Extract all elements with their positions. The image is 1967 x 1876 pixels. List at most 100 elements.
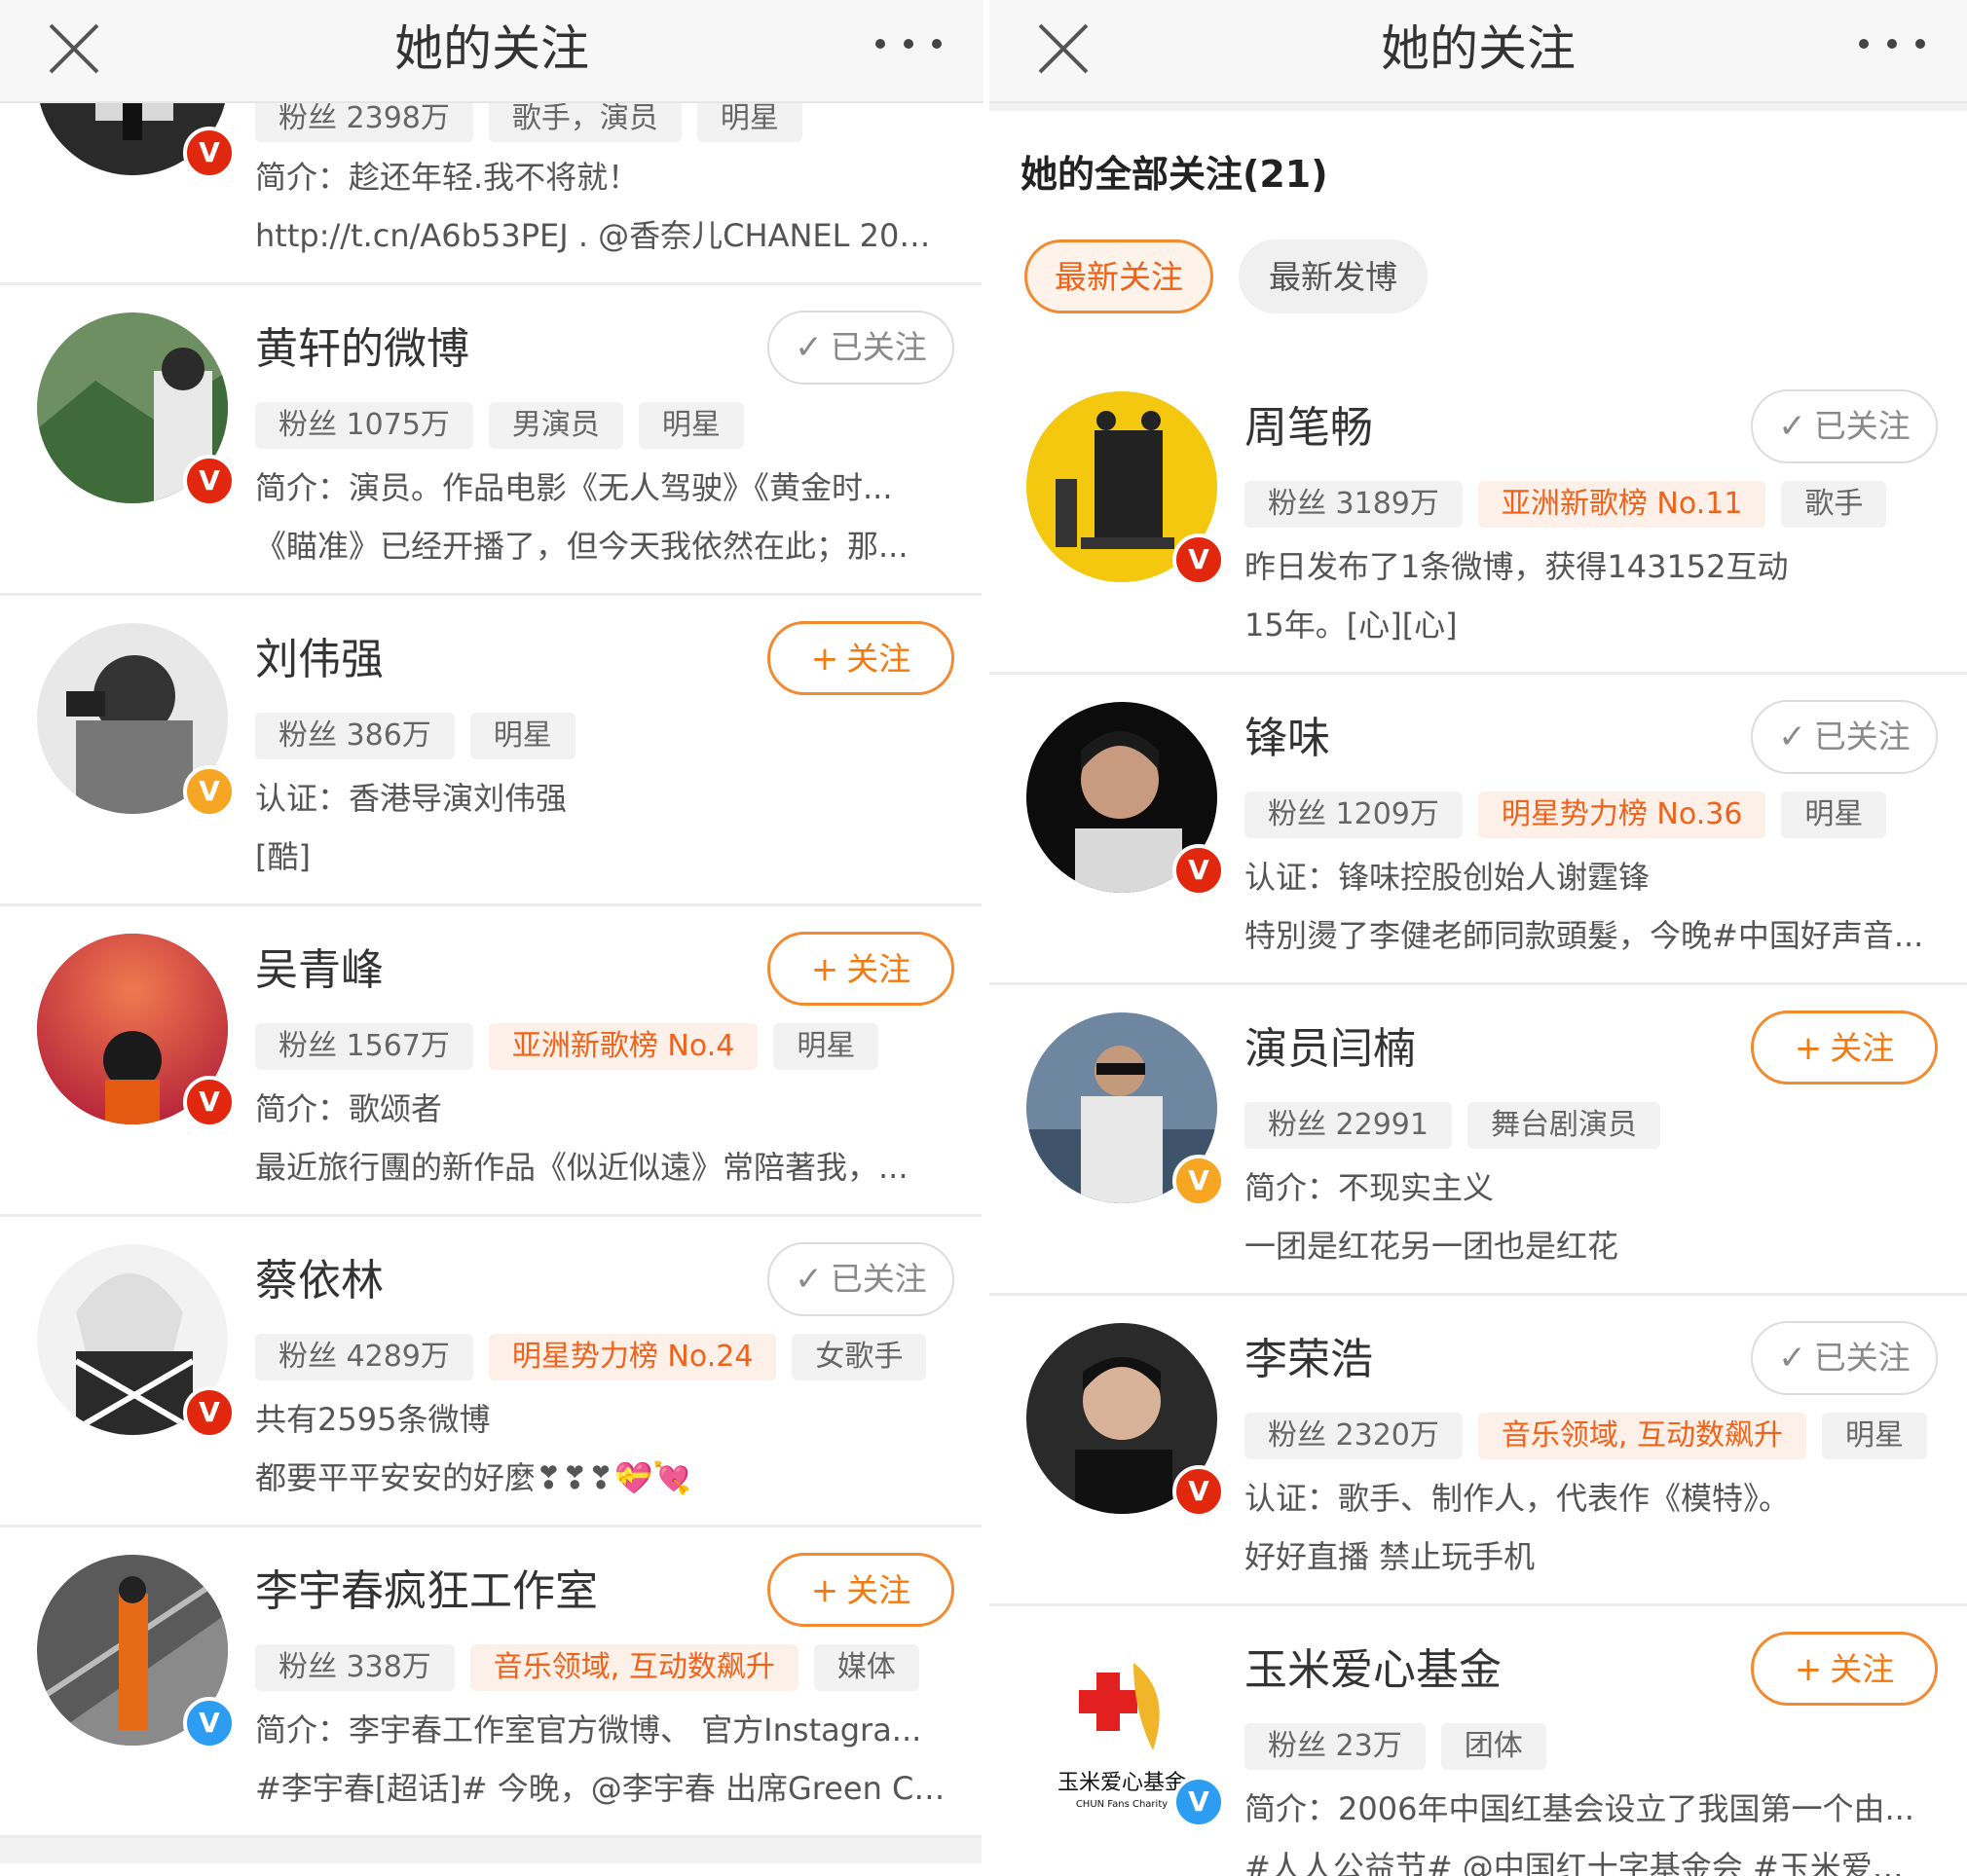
user-name[interactable]: 演员闫楠 — [1244, 1020, 1416, 1079]
list-item[interactable]: V 李荣浩 ✓ 已关注 粉丝 2320万 音乐领域, 互动数飙升 明星 认证：歌手、制作人，代… — [989, 1296, 1967, 1606]
info-tag: 粉丝 2320万 — [1244, 1413, 1463, 1459]
user-name[interactable]: 刘伟强 — [255, 631, 384, 689]
avatar[interactable]: 玉米爱心基金 CHUN Fans Charity V — [1026, 1634, 1225, 1828]
page-title: 她的关注 — [1381, 20, 1576, 77]
right-screen: 她的关注 她的全部关注(21) 最新关注 最新发博 V 周笔畅 ✓ 已关注 粉丝 318… — [989, 0, 1967, 1876]
button-label: 关注 — [846, 640, 911, 678]
followed-button[interactable]: ✓ 已关注 — [1751, 389, 1938, 463]
filter-latest-post[interactable]: 最新发博 — [1239, 239, 1428, 313]
nav-bar: 她的关注 — [0, 0, 984, 103]
user-name[interactable]: 吴青峰 — [255, 941, 384, 1000]
plus-icon: + — [810, 1571, 839, 1610]
svg-text:玉米爱心基金: 玉米爱心基金 — [1058, 1771, 1186, 1795]
post-line: 好好直播 禁止玩手机 — [1244, 1538, 1536, 1575]
plus-icon: + — [1794, 1650, 1823, 1689]
plus-icon: + — [1794, 1029, 1823, 1068]
info-tag: 歌手 — [1781, 481, 1887, 528]
button-label: 已关注 — [1813, 407, 1911, 445]
post-line: 15年。[心][心] — [1244, 607, 1458, 644]
user-name[interactable]: 李荣浩 — [1244, 1331, 1373, 1389]
post-line: 都要平平安安的好麼❣❣❣💝💘 — [255, 1459, 692, 1496]
button-label: 已关注 — [830, 1260, 927, 1298]
avatar[interactable]: V — [37, 1555, 236, 1749]
rank-tag: 明星势力榜 No.24 — [488, 1334, 777, 1380]
avatar[interactable]: V — [37, 623, 236, 818]
avatar[interactable]: V — [1026, 391, 1225, 586]
post-line: 《瞄准》已经开播了，但今天我依然在此；那... — [255, 528, 909, 565]
followed-button[interactable]: ✓ 已关注 — [767, 1242, 954, 1316]
tag-list: 粉丝 1075万 男演员 明星 — [255, 402, 760, 449]
post-line: 一团是红花另一团也是红花 — [1244, 1228, 1619, 1265]
post-line: http://t.cn/A6b53PEJ . @香奈儿CHANEL 2021..… — [255, 217, 948, 254]
rank-tag: 明星势力榜 No.36 — [1477, 791, 1766, 838]
info-tag: 粉丝 22991 — [1244, 1102, 1452, 1149]
list-item[interactable]: V 吴青峰 + 关注粉丝 1567万 亚洲新歌榜 No.4 明星简介：歌颂者最近旅行團的新… — [0, 906, 984, 1217]
avatar[interactable]: V — [1026, 1012, 1225, 1207]
verified-badge-icon: V — [183, 765, 236, 818]
list-item[interactable]: V 刘伟强 + 关注 粉丝 386万 明星 认证：香港导演刘伟强 [酷] — [0, 596, 984, 906]
info-tag: 粉丝 1567万 — [255, 1023, 473, 1070]
user-name[interactable]: 玉米爱心基金 — [1244, 1641, 1502, 1700]
follow-button[interactable]: + 关注 — [767, 932, 954, 1006]
info-tag: 明星 — [469, 713, 575, 759]
bio-line: 简介：歌颂者 — [255, 1090, 443, 1127]
rank-tag: 亚洲新歌榜 No.4 — [488, 1023, 759, 1070]
rank-tag: 音乐领域, 互动数飙升 — [1477, 1413, 1806, 1459]
followed-button[interactable]: ✓ 已关注 — [1751, 1321, 1938, 1395]
user-name[interactable]: 黄轩的微博 — [255, 320, 469, 379]
list-item[interactable]: V 蔡依林 ✓ 已关注 粉丝 4289万 明星势力榜 No.24 女歌手 共有2595条微博都… — [0, 1217, 984, 1527]
verified-badge-icon: V — [183, 1076, 236, 1128]
tag-list: 粉丝 1209万 明星势力榜 No.36 明星 — [1244, 791, 1902, 838]
followed-button[interactable]: ✓ 已关注 — [767, 311, 954, 385]
verified-badge-icon: V — [1172, 1465, 1225, 1518]
follow-button[interactable]: + 关注 — [1751, 1011, 1938, 1085]
post-line: 最近旅行團的新作品《似近似遠》常陪著我，... — [255, 1149, 909, 1186]
button-label: 已关注 — [1813, 1339, 1911, 1377]
tag-list: 粉丝 2320万 音乐领域, 互动数飙升 明星 — [1244, 1413, 1943, 1459]
bio-line: 简介：李宇春工作室官方微博、 官方Instagra... — [255, 1711, 922, 1748]
info-tag: 媒体 — [813, 1644, 919, 1691]
button-label: 关注 — [1830, 1029, 1895, 1067]
more-icon[interactable] — [1856, 29, 1928, 58]
plus-icon: + — [810, 640, 839, 679]
info-tag: 粉丝 23万 — [1244, 1723, 1426, 1770]
avatar[interactable]: V — [1026, 702, 1225, 897]
list-item[interactable]: 玉米爱心基金 CHUN Fans Charity V 玉米爱心基金 + 关注 粉丝 23万团… — [989, 1606, 1967, 1876]
avatar[interactable]: V — [1026, 1323, 1225, 1518]
list-item[interactable]: V 黄轩的微博 ✓ 已关注 粉丝 1075万 男演员 明星 简介：演员。作品电影《无人驾驶》《… — [0, 285, 984, 596]
follow-button[interactable]: + 关注 — [767, 621, 954, 695]
avatar[interactable]: V — [37, 934, 236, 1128]
followed-button[interactable]: ✓ 已关注 — [1751, 700, 1938, 774]
avatar[interactable]: V — [37, 313, 236, 507]
verified-badge-icon: V — [1172, 1776, 1225, 1828]
nav-bar: 她的关注 — [989, 0, 1967, 103]
filter-latest-follow[interactable]: 最新关注 — [1024, 239, 1213, 313]
check-icon: ✓ — [795, 1260, 823, 1299]
check-icon: ✓ — [1778, 1339, 1806, 1378]
list-item[interactable]: V 演员闫楠 + 关注 粉丝 22991 舞台剧演员 简介：不现实主义 一团是红花另一团也是红… — [989, 985, 1967, 1296]
avatar[interactable]: V — [37, 1244, 236, 1439]
more-icon[interactable] — [872, 29, 945, 58]
user-name[interactable]: 蔡依林 — [255, 1252, 384, 1310]
plus-icon: + — [810, 950, 839, 989]
post-line: [酷] — [255, 838, 311, 875]
verified-badge-icon: V — [1172, 1155, 1225, 1207]
post-line: 特別燙了李健老師同款頭髮，今晚#中国好声音... — [1244, 917, 1924, 954]
tag-list: 粉丝 22991 舞台剧演员 — [1244, 1102, 1676, 1149]
user-name[interactable]: 锋味 — [1244, 710, 1330, 768]
list-item[interactable]: V 锋味 ✓ 已关注 粉丝 1209万 明星势力榜 No.36 明星 认证：锋味控股创始人谢霆… — [989, 675, 1967, 985]
info-tag: 粉丝 386万 — [255, 713, 455, 759]
tag-list: 粉丝 386万 明星 — [255, 713, 591, 759]
post-line: #人人公益节# @中国红十字基金会 #玉米爱心... — [1244, 1849, 1932, 1876]
verified-badge-icon: V — [183, 1386, 236, 1439]
list-item[interactable]: V 李宇春疯狂工作室 + 关注粉丝 338万 音乐领域, 互动数飙升 媒体简介：李宇春工作… — [0, 1527, 984, 1838]
follow-button[interactable]: + 关注 — [767, 1553, 954, 1627]
tag-list: 粉丝 338万 音乐领域, 互动数飙升 媒体 — [255, 1644, 935, 1691]
info-tag: 男演员 — [488, 402, 623, 449]
list-item[interactable]: V 周笔畅 ✓ 已关注 粉丝 3189万 亚洲新歌榜 No.11 歌手 昨日发布了1条微博，获… — [989, 364, 1967, 675]
user-name[interactable]: 周笔畅 — [1244, 399, 1373, 458]
tag-list: 粉丝 1567万 亚洲新歌榜 No.4 明星 — [255, 1023, 894, 1070]
post-line: #李宇春[超话]# 今晚，@李宇春 出席Green Car... — [255, 1770, 948, 1807]
user-name[interactable]: 李宇春疯狂工作室 — [255, 1563, 598, 1621]
follow-button[interactable]: + 关注 — [1751, 1632, 1938, 1706]
